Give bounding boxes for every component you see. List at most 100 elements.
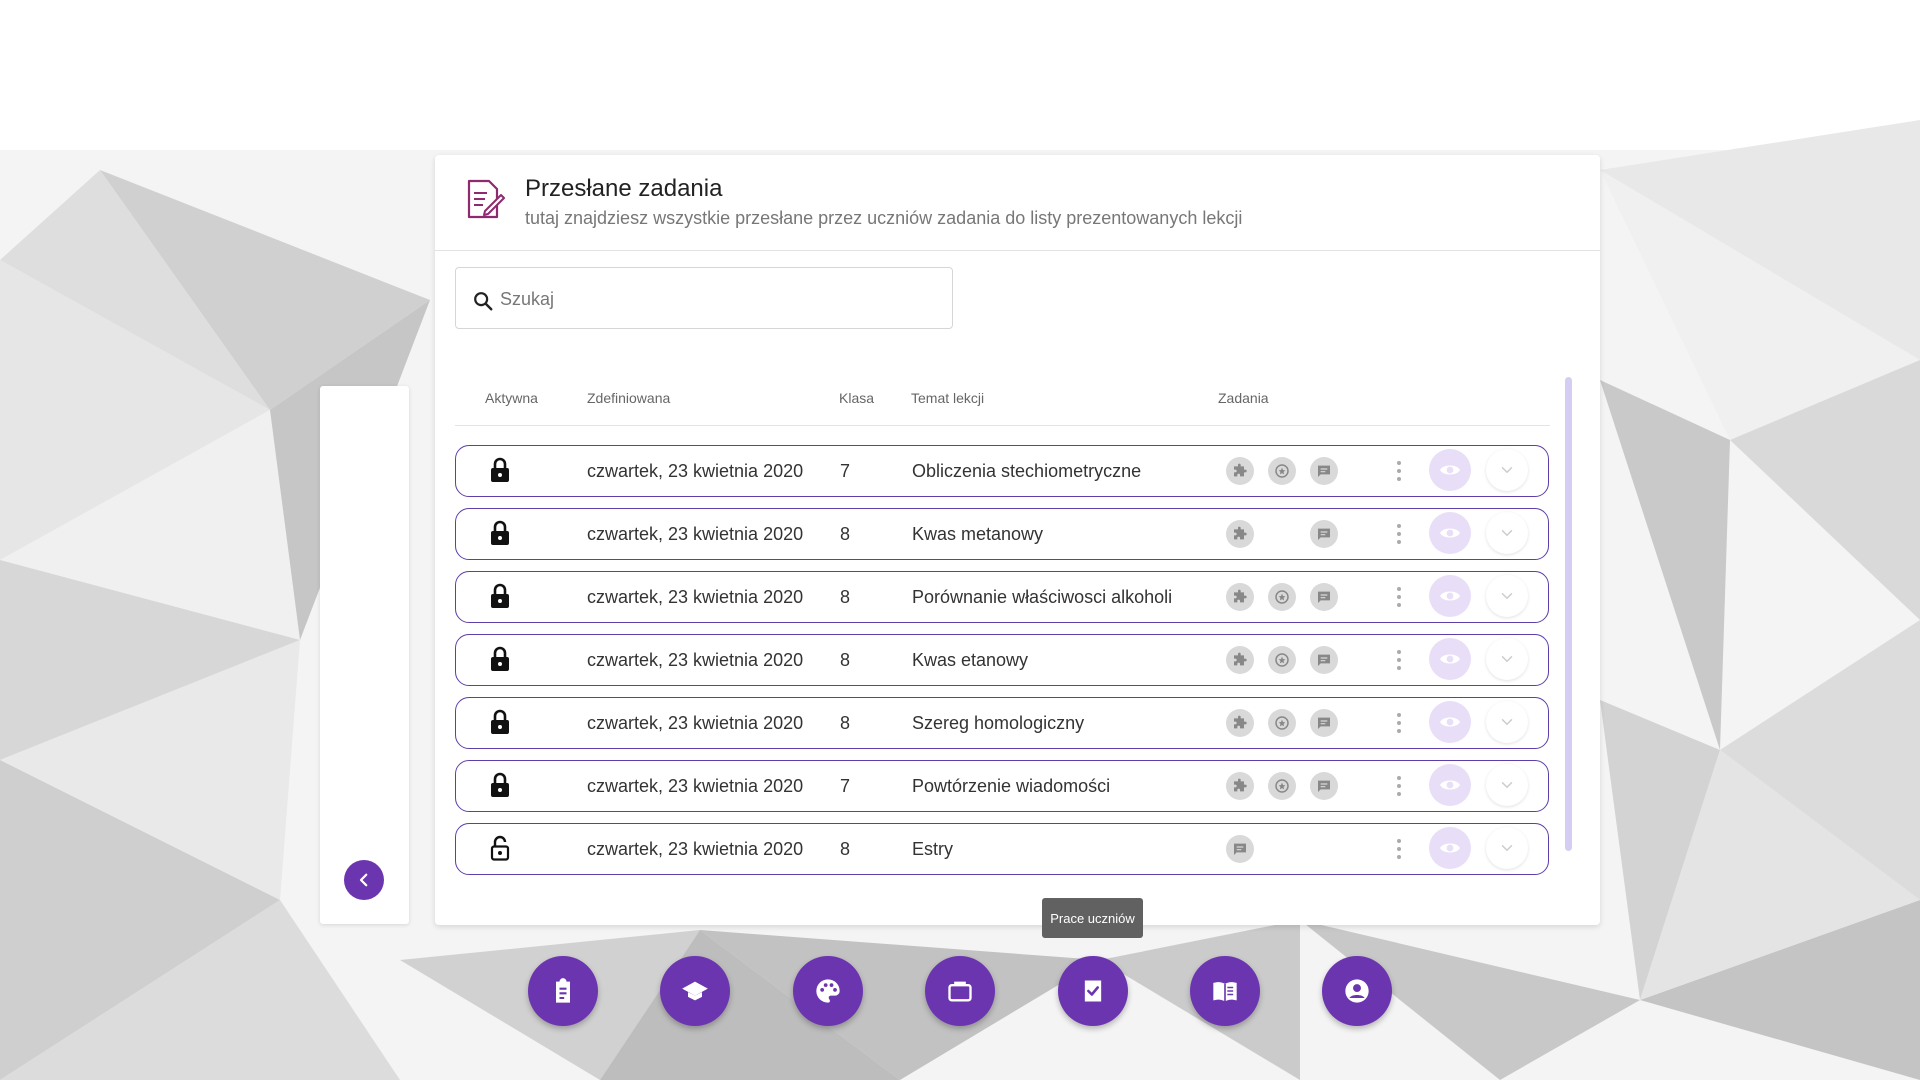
lock-icon[interactable] [489,456,511,484]
puzzle-icon[interactable] [1226,457,1254,485]
nav-clipboard-button[interactable] [528,956,598,1026]
preview-button[interactable] [1429,575,1471,617]
nav-student-works-button[interactable] [1058,956,1128,1026]
eye-icon [1440,717,1460,727]
table-row[interactable]: czwartek, 23 kwietnia 2020 7 Powtórzenie w… [455,760,1549,812]
expand-row-button[interactable] [1486,449,1528,491]
preview-button[interactable] [1429,701,1471,743]
message-icon[interactable] [1310,709,1338,737]
more-options-icon[interactable] [1396,774,1402,798]
expand-row-button[interactable] [1486,701,1528,743]
row-date: czwartek, 23 kwietnia 2020 [587,650,804,670]
puzzle-icon[interactable] [1226,520,1254,548]
star-icon[interactable] [1268,646,1296,674]
collapse-sidebar-button[interactable] [344,860,384,900]
book-icon [1213,982,1237,1002]
column-header-topic[interactable]: Temat lekcji [911,390,984,406]
column-header-class[interactable]: Klasa [839,390,874,406]
expand-row-button[interactable] [1486,638,1528,680]
star-icon[interactable] [1268,772,1296,800]
search-input[interactable] [498,282,942,316]
lock-icon[interactable] [489,645,511,673]
row-topic: Szereg homologiczny [912,713,1085,733]
chevron-down-icon [1501,467,1513,474]
nav-palette-button[interactable] [793,956,863,1026]
search-box [455,267,953,329]
graduation-cap-icon [682,981,708,1001]
preview-button[interactable] [1429,512,1471,554]
row-class: 8 [840,839,851,859]
briefcase-icon [948,981,972,1002]
expand-row-button[interactable] [1486,512,1528,554]
message-icon[interactable] [1310,520,1338,548]
puzzle-icon[interactable] [1226,583,1254,611]
eye-icon [1440,843,1460,853]
row-topic: Kwas metanowy [912,524,1044,544]
chevron-down-icon [1501,845,1513,852]
puzzle-icon[interactable] [1226,772,1254,800]
more-options-icon[interactable] [1396,837,1402,861]
page-title: Przesłane zadania [525,175,723,202]
puzzle-icon[interactable] [1226,646,1254,674]
row-date: czwartek, 23 kwietnia 2020 [587,776,804,796]
chevron-down-icon [1501,719,1513,726]
puzzle-icon[interactable] [1226,709,1254,737]
message-icon[interactable] [1226,835,1254,863]
lock-icon[interactable] [489,519,511,547]
more-options-icon[interactable] [1396,522,1402,546]
row-topic: Estry [912,839,954,859]
preview-button[interactable] [1429,764,1471,806]
search-icon [474,292,493,311]
table-row[interactable]: czwartek, 23 kwietnia 2020 7 Obliczenia st… [455,445,1549,497]
preview-button[interactable] [1429,449,1471,491]
nav-briefcase-button[interactable] [925,956,995,1026]
row-date: czwartek, 23 kwietnia 2020 [587,587,804,607]
message-icon[interactable] [1310,457,1338,485]
eye-icon [1440,654,1460,664]
row-class: 8 [840,587,851,607]
more-options-icon[interactable] [1396,585,1402,609]
lock-icon[interactable] [489,708,511,736]
card-header: Przesłane zadania tutaj znajdziesz wszys… [435,155,1600,251]
chevron-down-icon [1501,530,1513,537]
table-row[interactable]: czwartek, 23 kwietnia 2020 8 Estry [455,823,1549,875]
lock-icon[interactable] [489,582,511,610]
column-header-active[interactable]: Aktywna [485,390,538,406]
message-icon[interactable] [1310,772,1338,800]
column-header-tasks[interactable]: Zadania [1218,390,1269,406]
unlock-icon[interactable] [489,834,511,862]
column-header-defined[interactable]: Zdefiniowana [587,390,670,406]
chevron-down-icon [1501,593,1513,600]
star-icon[interactable] [1268,583,1296,611]
more-options-icon[interactable] [1396,711,1402,735]
nav-account-button[interactable] [1322,956,1392,1026]
message-icon[interactable] [1310,583,1338,611]
assignment-check-icon [1084,980,1102,1002]
table-row[interactable]: czwartek, 23 kwietnia 2020 8 Kwas etanowy [455,634,1549,686]
more-options-icon[interactable] [1396,648,1402,672]
star-icon[interactable] [1268,457,1296,485]
message-icon[interactable] [1310,646,1338,674]
row-topic: Porównanie właściwosci alkoholi [912,587,1173,607]
nav-book-button[interactable] [1190,956,1260,1026]
preview-button[interactable] [1429,827,1471,869]
more-options-icon[interactable] [1396,459,1402,483]
row-date: czwartek, 23 kwietnia 2020 [587,713,804,733]
nav-graduation-button[interactable] [660,956,730,1026]
row-class: 8 [840,713,851,733]
expand-row-button[interactable] [1486,764,1528,806]
table-header: Aktywna Zdefiniowana Klasa Temat lekcji … [455,370,1550,426]
table-row[interactable]: czwartek, 23 kwietnia 2020 8 Kwas metanowy [455,508,1549,560]
scrollbar[interactable] [1565,377,1572,851]
eye-icon [1440,780,1460,790]
table-body: czwartek, 23 kwietnia 2020 7 Obliczenia st… [455,445,1555,875]
tooltip: Prace uczniów [1042,898,1143,938]
lock-icon[interactable] [489,771,511,799]
expand-row-button[interactable] [1486,827,1528,869]
table-row[interactable]: czwartek, 23 kwietnia 2020 8 Szereg homolo… [455,697,1549,749]
expand-row-button[interactable] [1486,575,1528,617]
star-icon[interactable] [1268,709,1296,737]
preview-button[interactable] [1429,638,1471,680]
table-row[interactable]: czwartek, 23 kwietnia 2020 8 Porównanie wł… [455,571,1549,623]
row-class: 7 [840,776,851,796]
